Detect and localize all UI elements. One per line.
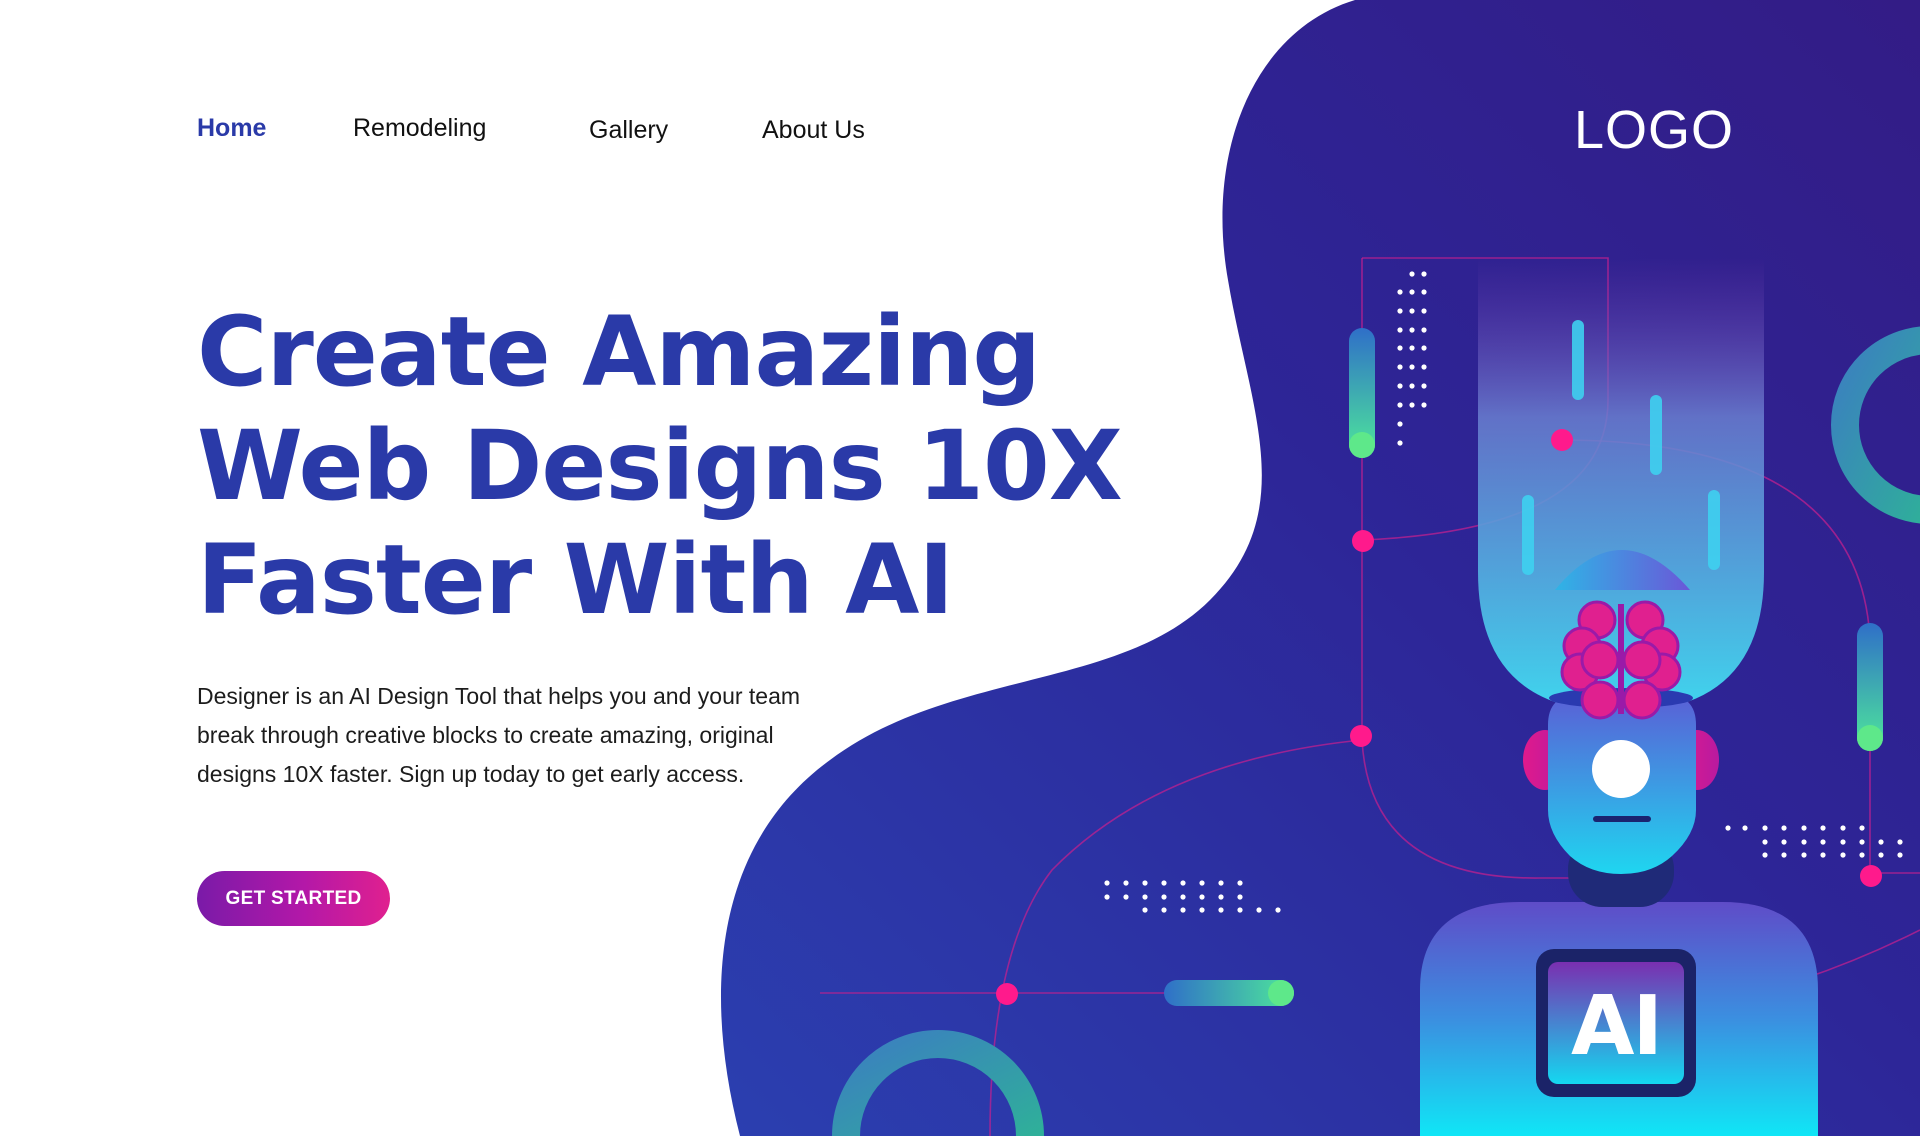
hero-description: Designer is an AI Design Tool that helps… (197, 683, 801, 787)
site-logo[interactable]: LOGO (1574, 99, 1734, 161)
nav-link-home[interactable]: Home (197, 114, 266, 143)
hero-title-line-2: Web Designs 10X (197, 410, 1123, 522)
nav-link-gallery[interactable]: Gallery (589, 116, 668, 145)
ai-badge-text: AI (1571, 979, 1661, 1074)
hero-title-line-3: Faster With AI (197, 524, 954, 636)
nav-link-remodeling[interactable]: Remodeling (353, 114, 486, 143)
robot-eye (1592, 740, 1650, 798)
get-started-button[interactable]: GET STARTED (197, 871, 390, 926)
nav-link-about-us[interactable]: About Us (762, 116, 865, 145)
hero-title-line-1: Create Amazing (197, 296, 1041, 408)
robot-mouth (1593, 816, 1651, 822)
ai-badge: AI (1536, 949, 1696, 1097)
hero-title: Create Amazing Web Designs 10X Faster Wi… (197, 295, 1123, 637)
